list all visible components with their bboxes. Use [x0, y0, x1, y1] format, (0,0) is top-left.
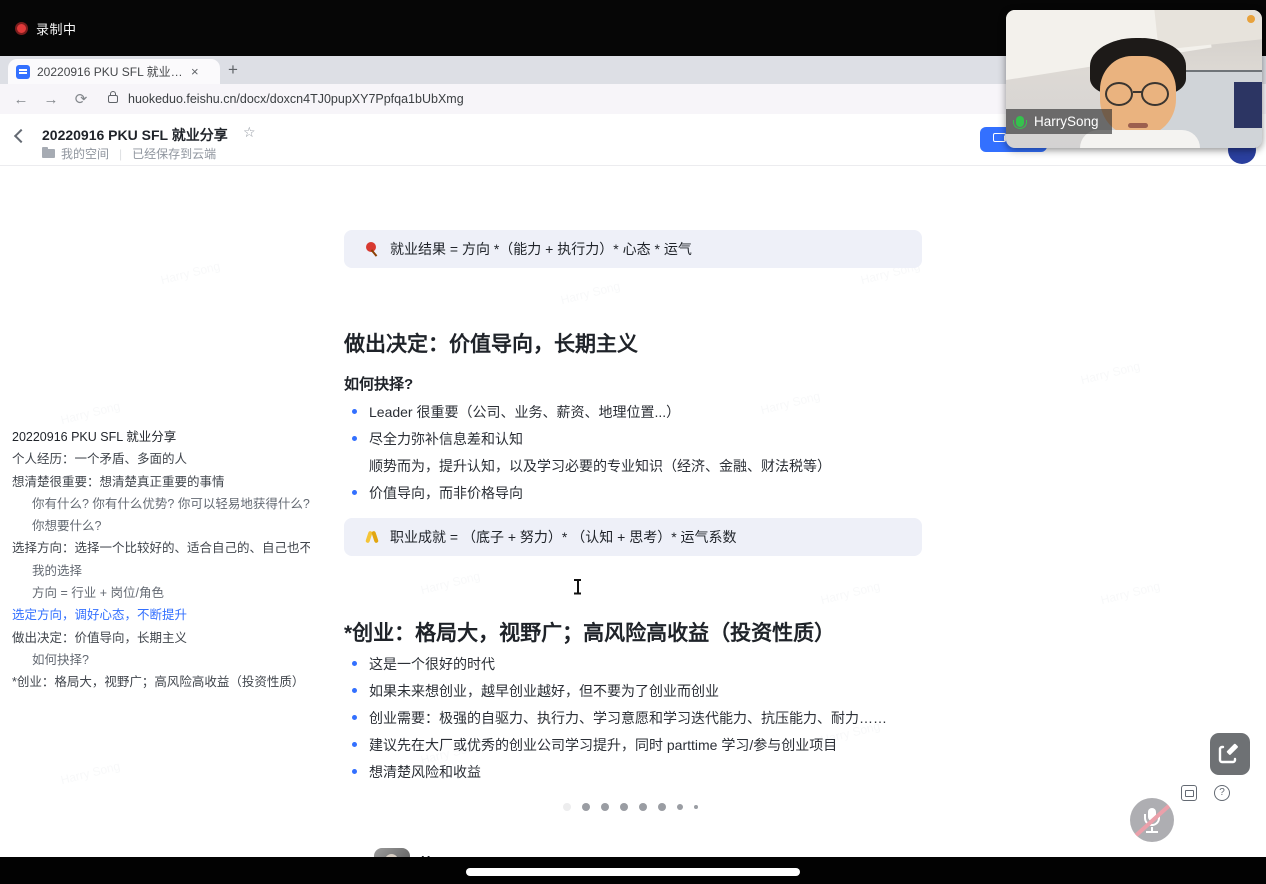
- outline-item[interactable]: 如何抉择?: [10, 649, 310, 671]
- watermark: Harry Song: [419, 569, 481, 597]
- list-item: 创业需要：极强的自驱力、执行力、学习意愿和学习迭代能力、抗压能力、耐力……: [344, 705, 934, 732]
- callout-employment-text: 就业结果 = 方向 *（能力 + 执行力）* 心态 * 运气: [390, 239, 692, 259]
- bullet-icon: [352, 490, 357, 495]
- reload-button[interactable]: ⟳: [66, 90, 96, 108]
- watermark: Harry Song: [1099, 579, 1161, 607]
- watermark: Harry Song: [159, 259, 221, 287]
- outline-item[interactable]: 想清楚很重要：想清楚真正重要的事情: [10, 471, 310, 493]
- author-avatar[interactable]: [374, 848, 410, 857]
- bullet-icon: [352, 688, 357, 693]
- outline-item[interactable]: 个人经历：一个矛盾、多面的人: [10, 448, 310, 470]
- author-block: Harry 北京 海淀: [374, 848, 466, 857]
- breadcrumb: 我的空间 | 已经保存到云端: [42, 145, 216, 162]
- bullet-icon: [352, 436, 357, 441]
- outline-panel: 20220916 PKU SFL 就业分享 个人经历：一个矛盾、多面的人 想清楚…: [10, 426, 310, 694]
- webcam-status-dot: [1247, 15, 1255, 23]
- pagination-dot[interactable]: [563, 803, 571, 811]
- list-item: 想清楚风险和收益: [344, 759, 934, 786]
- back-button[interactable]: ←: [6, 91, 36, 108]
- list-item: 尽全力弥补信息差和认知: [344, 426, 934, 453]
- callout-employment: 就业结果 = 方向 *（能力 + 执行力）* 心态 * 运气: [344, 230, 922, 268]
- choice-bullet-list: Leader 很重要（公司、业务、薪资、地理位置...） 尽全力弥补信息差和认知…: [344, 399, 934, 507]
- breadcrumb-space[interactable]: 我的空间: [61, 145, 109, 162]
- webcam-participant-name: HarrySong: [1034, 114, 1099, 129]
- page-dots[interactable]: [563, 803, 709, 811]
- pagination-dot[interactable]: [601, 803, 609, 811]
- webcam-name-label: HarrySong: [1006, 109, 1112, 134]
- outline-item-active[interactable]: 选定方向，调好心态，不断提升: [10, 604, 310, 626]
- outline-item[interactable]: 20220916 PKU SFL 就业分享: [10, 426, 310, 448]
- new-tab-button[interactable]: +: [228, 60, 238, 80]
- callout-career: 职业成就 = （底子 + 努力）* （认知 + 思考）* 运气系数: [344, 518, 922, 556]
- outline-item[interactable]: 你想要什么?: [10, 515, 310, 537]
- bullet-icon: [352, 409, 357, 414]
- outline-item[interactable]: *创业：格局大，视野广；高风险高收益（投资性质）: [10, 671, 310, 693]
- startup-bullet-list: 这是一个很好的时代 如果未来想创业，越早创业越好，但不要为了创业而创业 创业需要…: [344, 651, 934, 786]
- list-item: Leader 很重要（公司、业务、薪资、地理位置...）: [344, 399, 934, 426]
- recording-dot-icon: [15, 22, 28, 35]
- address-bar[interactable]: huokeduo.feishu.cn/docx/doxcn4TJ0pupXY7P…: [128, 92, 464, 106]
- outline-item[interactable]: 方向 = 行业 + 岗位/角色: [10, 582, 310, 604]
- list-item: 价值导向，而非价格导向: [344, 480, 934, 507]
- mic-active-icon: [1016, 116, 1024, 127]
- edit-fab-button[interactable]: [1210, 733, 1250, 775]
- pagination-dot[interactable]: [658, 803, 666, 811]
- watermark: Harry Song: [59, 759, 121, 787]
- list-item-note: 顺势而为，提升认知，以及学习必要的专业知识（经济、金融、财法税等）: [344, 453, 934, 480]
- text-cursor-icon: [573, 579, 582, 595]
- watermark: Harry Song: [59, 399, 121, 427]
- list-item: 建议先在大厂或优秀的创业公司学习提升，同时 parttime 学习/参与创业项目: [344, 732, 934, 759]
- doc-title: 20220916 PKU SFL 就业分享: [42, 125, 228, 145]
- watermark: Harry Song: [819, 579, 881, 607]
- outline-item[interactable]: 我的选择: [10, 560, 310, 582]
- pagination-dot[interactable]: [620, 803, 628, 811]
- pushpin-icon: [364, 241, 380, 257]
- outline-item[interactable]: 你有什么? 你有什么优势? 你可以轻易地获得什么?: [10, 493, 310, 515]
- heading-startup: *创业：格局大，视野广；高风险高收益（投资性质）: [344, 617, 835, 647]
- breadcrumb-divider: |: [119, 147, 122, 161]
- mic-muted-button[interactable]: [1130, 798, 1174, 842]
- callout-career-text: 职业成就 = （底子 + 努力）* （认知 + 思考）* 运气系数: [390, 527, 737, 547]
- watermark: Harry Song: [559, 279, 621, 307]
- subheading-choice: 如何抉择?: [344, 373, 413, 394]
- feishu-doc-favicon-icon: [16, 65, 30, 79]
- pagination-dot[interactable]: [677, 804, 683, 810]
- pencil-icon: [1210, 733, 1250, 775]
- feedback-button[interactable]: [1181, 785, 1197, 801]
- star-icon[interactable]: ☆: [243, 124, 256, 141]
- watermark: Harry Song: [1079, 359, 1141, 387]
- browser-tab[interactable]: 20220916 PKU SFL 就业分享 ×: [8, 59, 220, 84]
- bottom-letterbox: [0, 857, 1266, 884]
- tab-title: 20220916 PKU SFL 就业分享: [37, 63, 187, 80]
- list-item: 这是一个很好的时代: [344, 651, 934, 678]
- pagination-dot[interactable]: [582, 803, 590, 811]
- heading-decision: 做出决定：价值导向，长期主义: [344, 328, 638, 358]
- home-indicator: [466, 868, 800, 876]
- pagination-dot[interactable]: [694, 805, 698, 809]
- list-item: 如果未来想创业，越早创业越好，但不要为了创业而创业: [344, 678, 934, 705]
- bullet-icon: [352, 661, 357, 666]
- outline-item[interactable]: 做出决定：价值导向，长期主义: [10, 627, 310, 649]
- folder-icon: [42, 149, 55, 158]
- lock-icon: [108, 95, 118, 103]
- webcam-overlay[interactable]: HarrySong: [1006, 10, 1262, 148]
- recording-status: 录制中: [36, 19, 77, 38]
- browser-window: 20220916 PKU SFL 就业分享 × + ← → ⟳ huokeduo…: [0, 56, 1266, 857]
- praying-hands-icon: [364, 529, 380, 545]
- forward-button[interactable]: →: [36, 91, 66, 108]
- doc-content: Harry Song Harry Song Harry Song Harry S…: [0, 166, 1266, 857]
- bullet-icon: [352, 742, 357, 747]
- tab-close-icon[interactable]: ×: [191, 64, 199, 79]
- pagination-dot[interactable]: [639, 803, 647, 811]
- bullet-icon: [352, 769, 357, 774]
- outline-item[interactable]: 选择方向：选择一个比较好的、适合自己的、自己也不...: [10, 537, 310, 559]
- bullet-icon: [352, 715, 357, 720]
- save-status: 已经保存到云端: [132, 145, 216, 162]
- camera-icon: [993, 133, 1006, 142]
- back-chevron-icon[interactable]: [14, 129, 28, 143]
- help-button[interactable]: ?: [1214, 785, 1230, 801]
